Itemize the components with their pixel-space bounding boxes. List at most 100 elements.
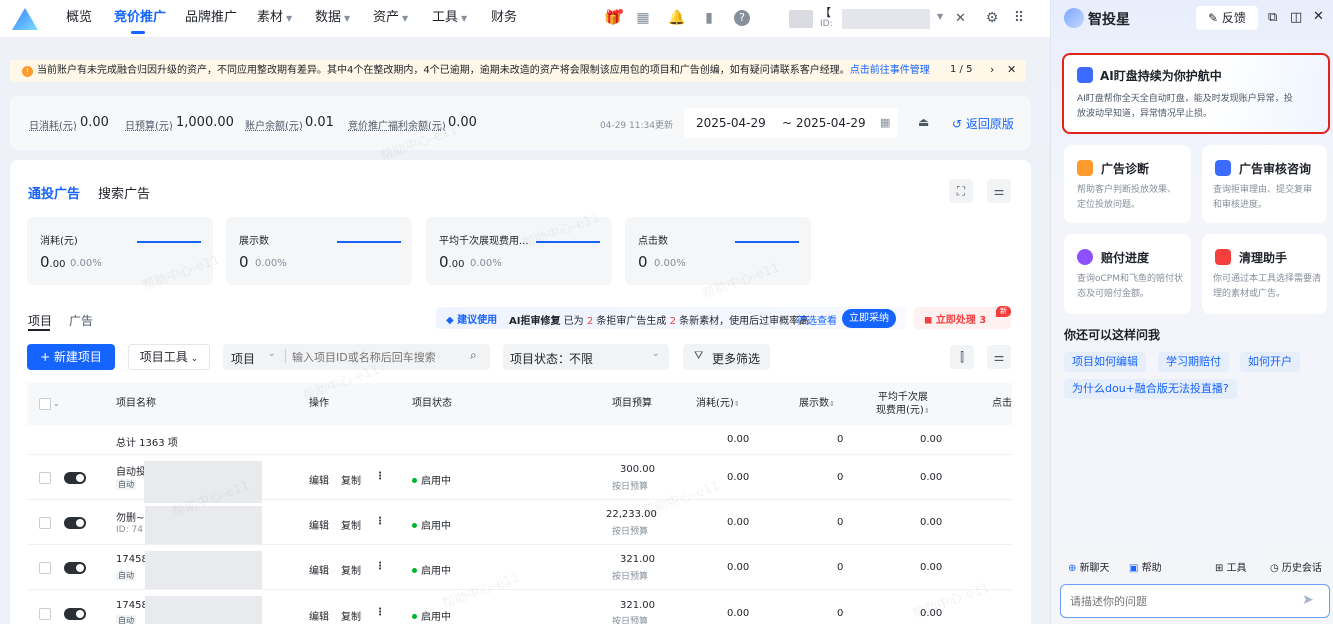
- ai-promo-filter-link[interactable]: 筛选查看: [797, 312, 837, 327]
- edit-button[interactable]: 编辑: [309, 562, 329, 577]
- metric-spend[interactable]: 消耗(元) 0.00 0.00%: [27, 217, 213, 285]
- card-ad-diagnosis[interactable]: 广告诊断 帮助客户判断投放效果、定位投放问题。: [1064, 145, 1191, 223]
- nav-assets[interactable]: 资产 ▼: [373, 0, 408, 38]
- chevron-down-icon[interactable]: ▼: [937, 12, 943, 21]
- suggest-chip[interactable]: 学习期赔付: [1158, 352, 1229, 372]
- table-row[interactable]: 17458 自动 编辑 复制 ⋮ 启用中 321.00 按日预算 0.00 0 …: [27, 545, 1012, 590]
- row-toggle[interactable]: [64, 472, 86, 484]
- card-cleanup[interactable]: 清理助手 你可通过本工具选择需要清理的素材或广告。: [1202, 234, 1327, 314]
- metric-clicks[interactable]: 点击数 0 0.00%: [625, 217, 811, 285]
- row-checkbox[interactable]: [39, 608, 51, 620]
- table-row[interactable]: 勿删~ ID: 74 编辑 复制 ⋮ 启用中 22,233.00 按日预算 0.…: [27, 500, 1012, 545]
- tab-search-ads[interactable]: 搜索广告: [98, 183, 150, 202]
- nav-data[interactable]: 数据 ▼: [315, 0, 350, 38]
- chevron-right-icon[interactable]: ›: [990, 63, 994, 76]
- copy-button[interactable]: 复制: [341, 517, 361, 532]
- fullscreen-icon[interactable]: ⛶: [949, 179, 973, 203]
- suggest-chip[interactable]: 如何开户: [1240, 352, 1300, 372]
- tools-button[interactable]: ⊞ 工具: [1215, 559, 1247, 574]
- daily-budget-value[interactable]: 1,000.00: [176, 115, 234, 130]
- chevron-down-icon[interactable]: ⌄: [268, 349, 276, 359]
- more-icon[interactable]: ⋮: [375, 561, 385, 572]
- copy-button[interactable]: 复制: [341, 608, 361, 623]
- new-project-button[interactable]: + 新建项目: [27, 344, 115, 370]
- card-ad-review[interactable]: 广告审核咨询 查询拒审理由、提交复审和审核进度。: [1202, 145, 1327, 223]
- suggest-chip[interactable]: 为什么dou+融合版无法投直播?: [1064, 379, 1237, 399]
- search-icon[interactable]: ⌕: [470, 348, 477, 363]
- notice-link[interactable]: 点击前往事件管理: [850, 65, 930, 76]
- subtab-projects[interactable]: 项目: [28, 312, 52, 329]
- nav-brand-promo[interactable]: 品牌推广: [185, 0, 237, 38]
- date-end[interactable]: ~ 2025-04-29: [782, 116, 866, 130]
- help-icon[interactable]: ?: [734, 10, 750, 26]
- table-row[interactable]: 17458 自动 编辑 复制 ⋮ 启用中 321.00 按日预算 0.00 0 …: [27, 590, 1012, 624]
- chat-input[interactable]: [1070, 592, 1290, 610]
- col-click[interactable]: 点击: [992, 383, 1012, 425]
- nav-overview[interactable]: 概览: [66, 0, 92, 38]
- more-icon[interactable]: ⋮: [375, 471, 385, 482]
- copy-button[interactable]: 复制: [341, 472, 361, 487]
- nav-tools[interactable]: 工具 ▼: [432, 0, 467, 38]
- copy-button[interactable]: 复制: [341, 562, 361, 577]
- project-tools-button[interactable]: 项目工具 ⌄: [128, 344, 210, 370]
- edit-button[interactable]: 编辑: [309, 608, 329, 623]
- project-name[interactable]: 17458: [116, 600, 148, 611]
- suggest-chip[interactable]: 项目如何编辑: [1064, 352, 1146, 372]
- table-icon[interactable]: ▦: [635, 10, 651, 26]
- card-compensation[interactable]: 赔付进度 查询oCPM和飞鱼的赔付状态及可赔付金额。: [1064, 234, 1191, 314]
- col-budget[interactable]: 项目预算: [612, 383, 652, 425]
- row-toggle[interactable]: [64, 517, 86, 529]
- settings-sliders-icon[interactable]: ⚌: [987, 179, 1011, 203]
- row-toggle[interactable]: [64, 562, 86, 574]
- close-icon[interactable]: ✕: [1007, 63, 1016, 76]
- columns-icon[interactable]: ⫿: [950, 345, 974, 369]
- document-icon[interactable]: ▮: [701, 10, 717, 26]
- chevron-left-icon[interactable]: ‹: [926, 63, 930, 76]
- col-cpm[interactable]: 平均千次展 现费用(元)⇕: [876, 391, 930, 418]
- select-all-checkbox[interactable]: [39, 398, 51, 410]
- handle-now[interactable]: ◼ 立即处理 3: [924, 311, 986, 326]
- history-button[interactable]: ◷ 历史会话: [1270, 559, 1322, 574]
- date-start[interactable]: 2025-04-29: [696, 116, 766, 130]
- row-checkbox[interactable]: [39, 472, 51, 484]
- metric-cpm[interactable]: 平均千次展现费用... 0.00 0.00%: [426, 217, 612, 285]
- account-avatar[interactable]: [789, 10, 813, 28]
- chevron-down-icon: ▼: [286, 14, 293, 23]
- row-checkbox[interactable]: [39, 562, 51, 574]
- bell-icon[interactable]: 🔔: [668, 10, 685, 26]
- row-toggle[interactable]: [64, 608, 86, 620]
- close-icon[interactable]: ✕: [955, 11, 966, 26]
- back-to-original-link[interactable]: ↺ 返回原版: [952, 115, 1014, 132]
- edit-button[interactable]: 编辑: [309, 472, 329, 487]
- settings-icon[interactable]: ⚙: [984, 10, 1000, 26]
- metric-impressions[interactable]: 展示数 0 0.00%: [226, 217, 412, 285]
- subtab-ads[interactable]: 广告: [69, 312, 93, 329]
- picture-in-picture-icon[interactable]: ⧉: [1268, 10, 1277, 25]
- col-impr[interactable]: 展示数⇕: [799, 383, 835, 425]
- nav-finance[interactable]: 财务: [491, 0, 517, 38]
- search-input[interactable]: [292, 346, 464, 368]
- chevron-down-icon[interactable]: ⌄: [53, 383, 60, 425]
- project-name[interactable]: 自动投: [116, 463, 146, 478]
- new-chat-button[interactable]: ⊕ 新聊天: [1068, 559, 1110, 574]
- nav-material[interactable]: 素材 ▼: [257, 0, 292, 38]
- row-checkbox[interactable]: [39, 517, 51, 529]
- search-scope[interactable]: 项目: [231, 350, 255, 367]
- sidebar-toggle-icon[interactable]: ◫: [1290, 10, 1302, 25]
- project-name[interactable]: 17458: [116, 554, 148, 565]
- col-spend[interactable]: 消耗(元)⇕: [696, 383, 740, 425]
- project-name[interactable]: 勿删~: [116, 509, 144, 524]
- tab-general-ads[interactable]: 通投广告: [28, 183, 80, 202]
- send-icon[interactable]: ➤: [1302, 592, 1314, 608]
- pin-icon[interactable]: ⏏: [918, 115, 929, 129]
- feedback-button[interactable]: ✎ 反馈: [1196, 6, 1258, 30]
- adopt-button[interactable]: 立即采纳: [842, 309, 896, 328]
- edit-button[interactable]: 编辑: [309, 517, 329, 532]
- help-button[interactable]: ▣ 帮助: [1129, 559, 1162, 574]
- more-icon[interactable]: ⋮: [375, 607, 385, 618]
- more-icon[interactable]: ⋮: [375, 516, 385, 527]
- apps-grid-icon[interactable]: ⠿: [1011, 10, 1027, 26]
- close-icon[interactable]: ✕: [1313, 9, 1324, 24]
- settings-sliders-icon[interactable]: ⚌: [987, 345, 1011, 369]
- table-row[interactable]: 自动投 自动 编辑 复制 ⋮ 启用中 300.00 按日预算 0.00 0 0.…: [27, 455, 1012, 503]
